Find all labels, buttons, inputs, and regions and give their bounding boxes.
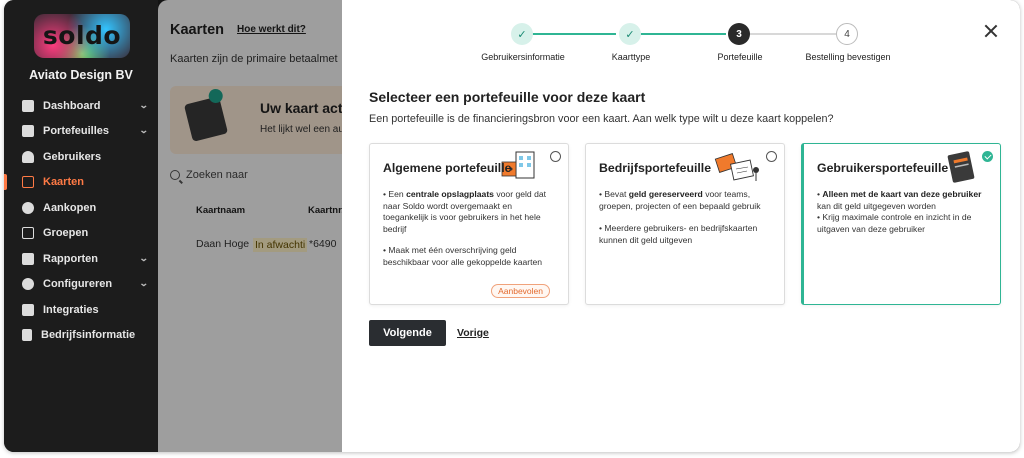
wallet-option-bullet: • Krijg maximale controle en inzicht in … — [817, 212, 972, 234]
wallet-option-title: Bedrijfsportefeuille — [599, 161, 712, 175]
wallet-option-title: Algemene portefeuille — [383, 161, 512, 175]
step-label: Portefeuille — [717, 52, 763, 62]
wallet-option-general[interactable]: Algemene portefeuille • Een centrale ops… — [369, 143, 569, 305]
step-connector — [638, 33, 726, 35]
chevron-down-icon: ⌄ — [139, 125, 150, 135]
sidebar-item-portefeuilles[interactable]: Portefeuilles ⌄ — [4, 120, 158, 142]
card-illustration-icon — [947, 151, 975, 183]
wallet-selection-modal: ✓ ✓ 3 4 Gebruikersinformatie Kaarttype P… — [342, 0, 1020, 452]
sidebar-item-label: Configureren — [43, 278, 113, 290]
step-label: Gebruikersinformatie — [481, 52, 565, 62]
sidebar-item-integraties[interactable]: Integraties — [4, 299, 158, 321]
app-window: soldo Aviato Design BV Dashboard ⌄ Porte… — [4, 0, 1020, 452]
chevron-down-icon: ⌄ — [139, 100, 150, 110]
sidebar-item-label: Rapporten — [43, 253, 98, 265]
sidebar-item-kaarten[interactable]: Kaarten — [4, 171, 158, 193]
step-1-marker: ✓ — [511, 23, 533, 45]
step-label: Bestelling bevestigen — [805, 52, 891, 62]
puzzle-icon — [22, 304, 34, 316]
wallet-option-title: Gebruikersportefeuille — [817, 161, 949, 175]
step-4-marker: 4 — [836, 23, 858, 45]
sidebar-item-gebruikers[interactable]: Gebruikers — [4, 146, 158, 168]
sidebar-item-groepen[interactable]: Groepen — [4, 222, 158, 244]
next-button[interactable]: Volgende — [369, 320, 446, 346]
sidebar-item-label: Portefeuilles — [43, 125, 110, 137]
sidebar-item-configureren[interactable]: Configureren ⌄ — [4, 273, 158, 295]
user-icon — [22, 151, 34, 163]
sidebar-item-aankopen[interactable]: Aankopen — [4, 197, 158, 219]
bullet-text: • Een — [383, 189, 407, 199]
sidebar-item-bedrijfsinformatie[interactable]: Bedrijfsinformatie — [4, 324, 158, 346]
bullet-bold-text: geld gereserveerd — [628, 189, 703, 199]
company-name[interactable]: Aviato Design BV — [4, 68, 158, 82]
previous-link[interactable]: Vorige — [457, 327, 489, 339]
sidebar-item-dashboard[interactable]: Dashboard ⌄ — [4, 95, 158, 117]
step-3-marker: 3 — [728, 23, 750, 45]
sidebar-item-label: Dashboard — [43, 100, 101, 112]
gear-icon — [22, 278, 34, 290]
bullet-bold-text: centrale opslagplaats — [406, 189, 494, 199]
sidebar-item-label: Kaarten — [43, 176, 84, 188]
purchases-icon — [22, 202, 34, 214]
sidebar-item-label: Bedrijfsinformatie — [41, 329, 136, 341]
wallet-option-bullet: • Maak met één overschrijving geld besch… — [383, 245, 543, 267]
building-icon — [22, 329, 32, 341]
sidebar: soldo Aviato Design BV Dashboard ⌄ Porte… — [4, 0, 158, 452]
step-2-marker: ✓ — [619, 23, 641, 45]
wallet-option-bullet: • Bevat geld gereserveerd voor teams, gr… — [599, 189, 774, 212]
sidebar-item-label: Aankopen — [43, 202, 97, 214]
sidebar-item-label: Integraties — [43, 304, 99, 316]
cards-illustration-icon — [714, 153, 759, 181]
sidebar-item-label: Gebruikers — [43, 151, 102, 163]
checkmark-icon[interactable] — [982, 151, 993, 162]
wallet-icon — [22, 125, 34, 137]
bullet-bold-text: Alleen met de kaart van deze gebruiker — [822, 189, 982, 199]
wallet-option-bullet: • Een centrale opslagplaats voor geld da… — [383, 189, 558, 235]
sidebar-item-rapporten[interactable]: Rapporten ⌄ — [4, 248, 158, 270]
close-button[interactable] — [982, 22, 1000, 40]
bullet-text: kan dit geld uitgegeven worden — [817, 200, 936, 211]
card-icon — [22, 176, 34, 188]
recommended-badge: Aanbevolen — [491, 284, 550, 298]
logo-text: soldo — [42, 21, 122, 50]
modal-description: Een portefeuille is de financieringsbron… — [369, 113, 834, 125]
soldo-logo[interactable]: soldo — [34, 14, 130, 58]
chevron-down-icon: ⌄ — [139, 278, 150, 288]
wallet-option-bullet: • Meerdere gebruikers- en bedrijfskaarte… — [599, 223, 758, 245]
bullet-text: • Bevat — [599, 189, 629, 199]
radio-button[interactable] — [550, 151, 561, 162]
chevron-down-icon: ⌄ — [139, 253, 150, 263]
groups-icon — [22, 227, 34, 239]
step-label: Kaarttype — [611, 52, 651, 62]
wallet-option-bullet: • Alleen met de kaart van deze gebruiker… — [817, 189, 990, 212]
home-icon — [22, 100, 34, 112]
step-connector — [748, 33, 836, 35]
wallet-option-user[interactable]: Gebruikersportefeuille • Alleen met de k… — [801, 143, 1001, 305]
step-connector — [528, 33, 616, 35]
radio-button[interactable] — [766, 151, 777, 162]
sidebar-item-label: Groepen — [43, 227, 89, 239]
chart-icon — [22, 253, 34, 265]
wallet-option-business[interactable]: Bedrijfsportefeuille • Bevat geld gerese… — [585, 143, 785, 305]
modal-heading: Selecteer een portefeuille voor deze kaa… — [369, 89, 646, 105]
